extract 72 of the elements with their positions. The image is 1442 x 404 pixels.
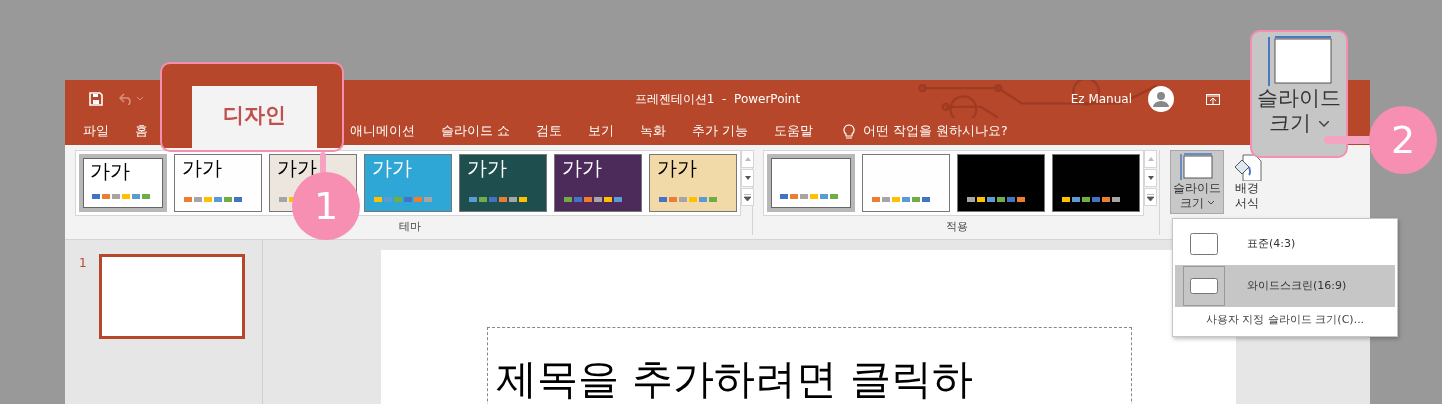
- theme-sample-text: 가가: [90, 159, 130, 183]
- save-icon[interactable]: [89, 92, 103, 106]
- caret-icon: [1208, 201, 1214, 206]
- enlarged-label: 슬라이드: [1257, 86, 1341, 112]
- theme-thumbnail[interactable]: 가가: [174, 154, 262, 212]
- title-placeholder[interactable]: 제목을 추가하려면 클릭하: [487, 327, 1132, 404]
- color-swatches: [374, 197, 432, 202]
- theme-thumbnail[interactable]: 가가: [79, 154, 167, 212]
- expand-icon: [744, 193, 751, 201]
- color-swatches: [780, 194, 838, 199]
- color-swatches: [659, 197, 717, 202]
- lightbulb-icon[interactable]: [842, 124, 855, 139]
- ribbon-tab[interactable]: 도움말: [773, 122, 813, 141]
- color-swatches: [872, 197, 930, 202]
- up-arrow-icon: [1147, 157, 1154, 161]
- ribbon-display-icon[interactable]: [1206, 93, 1220, 105]
- ribbon-tab[interactable]: 보기: [588, 122, 614, 141]
- down-arrow-icon: [744, 176, 751, 180]
- variant-thumbnail[interactable]: [862, 154, 950, 212]
- color-swatches: [92, 194, 150, 199]
- slide-thumbnail[interactable]: [98, 254, 245, 339]
- theme-sample-text: 가가: [182, 156, 222, 180]
- standard-slide-icon: [1190, 233, 1218, 255]
- color-swatches: [564, 197, 622, 202]
- window-title: 프레젠테이션1 - PowerPoint: [634, 91, 801, 108]
- widescreen-slide-icon: [1190, 278, 1218, 294]
- color-swatches: [967, 197, 1025, 202]
- ribbon-tab[interactable]: 검토: [536, 122, 562, 141]
- menu-item[interactable]: 와이드스크린(16:9): [1175, 265, 1395, 307]
- theme-sample-text: 가가: [372, 156, 412, 180]
- step-number: 2: [1369, 106, 1437, 174]
- color-swatches: [1062, 197, 1120, 202]
- custom-slide-size-link[interactable]: 사용자 지정 슬라이드 크기(C)...: [1175, 307, 1395, 332]
- theme-sample-text: 가가: [562, 156, 602, 180]
- color-swatches: [184, 197, 242, 202]
- variant-thumbnail[interactable]: [767, 154, 855, 212]
- ribbon-tab[interactable]: 디자인: [192, 86, 317, 150]
- color-swatches: [469, 197, 527, 202]
- slide-size-icon: [1265, 36, 1333, 86]
- theme-sample-text: 가가: [657, 156, 697, 180]
- ribbon-tab[interactable]: 애니메이션: [350, 122, 415, 141]
- tell-me-search[interactable]: 어떤 작업을 원하시나요?: [862, 122, 1008, 141]
- variant-thumbnail[interactable]: [1052, 154, 1140, 212]
- scroll-down-button[interactable]: [741, 169, 754, 187]
- slide-size-button[interactable]: 슬라이드 크기: [1170, 150, 1224, 214]
- group-label: 적용: [945, 218, 969, 235]
- down-arrow-icon: [1147, 176, 1154, 180]
- ribbon-tab[interactable]: 슬라이드 쇼: [441, 122, 510, 141]
- leader-line: [320, 152, 326, 174]
- theme-thumbnail[interactable]: 가가: [649, 154, 737, 212]
- expand-icon: [1147, 193, 1154, 201]
- ribbon-tab[interactable]: 홈: [135, 122, 148, 141]
- variant-thumbnail[interactable]: [957, 154, 1045, 212]
- menu-item[interactable]: 표준(4:3): [1175, 223, 1395, 265]
- theme-thumbnail[interactable]: 가가: [554, 154, 642, 212]
- ribbon-tab[interactable]: 파일: [83, 122, 109, 141]
- theme-sample-text: 가가: [467, 156, 507, 180]
- ribbon-tab[interactable]: 녹화: [640, 122, 666, 141]
- ribbon-tab[interactable]: 추가 기능: [692, 122, 748, 141]
- group-label: 테마: [397, 218, 422, 235]
- account-name[interactable]: Ez Manual: [1070, 90, 1132, 108]
- slide-size-icon: [1180, 153, 1214, 181]
- caret-icon: [1319, 120, 1329, 127]
- more-button[interactable]: [741, 188, 754, 206]
- enlarged-label: 크기: [1269, 111, 1311, 137]
- up-arrow-icon: [744, 157, 751, 161]
- theme-thumbnail[interactable]: 가가: [459, 154, 547, 212]
- avatar-icon[interactable]: [1148, 86, 1174, 112]
- slide-number: 1: [79, 255, 87, 272]
- scroll-down-button[interactable]: [1144, 169, 1157, 187]
- more-button[interactable]: [1144, 188, 1157, 206]
- format-background-button[interactable]: 배경 서식: [1228, 150, 1266, 214]
